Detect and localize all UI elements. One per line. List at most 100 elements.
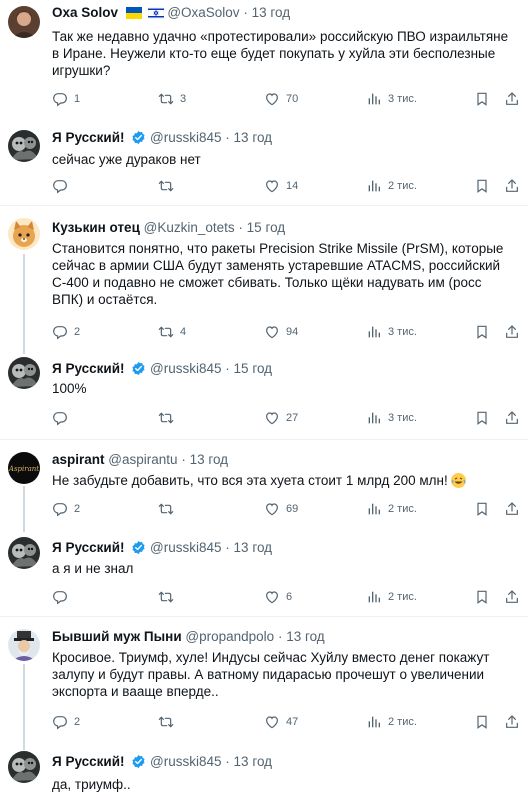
like-button[interactable]: 94 xyxy=(264,323,298,341)
like-button[interactable]: 47 xyxy=(264,713,298,731)
timestamp[interactable]: 13 год xyxy=(190,452,228,467)
like-button[interactable]: 27 xyxy=(264,409,298,427)
timestamp[interactable]: 13 год xyxy=(234,130,272,145)
author-handle[interactable]: @aspirantu xyxy=(108,452,177,467)
avatar[interactable] xyxy=(8,130,40,162)
author-handle[interactable]: @Kuzkin_otets xyxy=(144,220,235,235)
tweet-text: сейчас уже дураков нет xyxy=(52,152,201,167)
bookmark-button[interactable] xyxy=(474,500,490,518)
tweet[interactable]: Я Русский! @russki845 · 15 год 100% 27 3… xyxy=(0,348,528,436)
retweet-button[interactable] xyxy=(158,500,180,518)
share-button[interactable] xyxy=(504,713,520,731)
views-icon xyxy=(366,501,382,517)
like-button[interactable]: 6 xyxy=(264,588,292,606)
author-name[interactable]: Я Русский! xyxy=(52,754,125,769)
avatar[interactable] xyxy=(8,357,40,389)
share-button[interactable] xyxy=(504,409,520,427)
bookmark-button[interactable] xyxy=(474,713,490,731)
like-icon xyxy=(264,589,280,605)
bookmark-button[interactable] xyxy=(474,323,490,341)
tweet[interactable]: Кузькин отец @Kuzkin_otets · 15 год Стан… xyxy=(0,206,528,348)
reply-icon xyxy=(52,178,68,194)
tweet-text: Кросивое. Триумф, хуле! Индусы сейчас Ху… xyxy=(52,650,490,699)
timestamp[interactable]: 15 год xyxy=(234,361,272,376)
share-button[interactable] xyxy=(504,588,520,606)
bookmark-button[interactable] xyxy=(474,177,490,195)
avatar[interactable] xyxy=(8,537,40,569)
tweet-header: Я Русский! @russki845 · 13 год xyxy=(52,540,272,555)
share-button[interactable] xyxy=(504,323,520,341)
reply-icon xyxy=(52,324,68,340)
views-icon xyxy=(366,589,382,605)
reply-button[interactable]: 2 xyxy=(52,500,80,518)
like-button[interactable]: 69 xyxy=(264,500,298,518)
separator-dot: · xyxy=(277,629,283,644)
reply-button[interactable]: 2 xyxy=(52,323,80,341)
share-button[interactable] xyxy=(504,500,520,518)
author-name[interactable]: Я Русский! xyxy=(52,361,125,376)
author-name[interactable]: Я Русский! xyxy=(52,130,125,145)
tweet[interactable]: Aspirant aspirant @aspirantu · 13 год Не… xyxy=(0,440,528,528)
avatar[interactable] xyxy=(8,218,40,250)
tweet[interactable]: Я Русский! @russki845 · 13 год сейчас уж… xyxy=(0,123,528,203)
bookmark-icon xyxy=(474,589,490,605)
tweet-text-content: Не забудьте добавить, что вся эта хуета … xyxy=(52,473,448,488)
views-button[interactable]: 2 тис. xyxy=(366,500,417,518)
tweet[interactable]: Я Русский! @russki845 · 13 год да, триум… xyxy=(0,742,528,800)
retweet-button[interactable] xyxy=(158,409,180,427)
retweet-button[interactable]: 4 xyxy=(158,323,186,341)
author-name[interactable]: aspirant xyxy=(52,452,105,467)
views-button[interactable]: 2 тис. xyxy=(366,177,417,195)
timestamp[interactable]: 13 год xyxy=(234,540,272,555)
share-button[interactable] xyxy=(504,90,520,108)
author-handle[interactable]: @russki845 xyxy=(150,540,221,555)
tweet[interactable]: Я Русский! @russki845 · 13 год а я и не … xyxy=(0,528,528,614)
timestamp[interactable]: 13 год xyxy=(234,754,272,769)
author-name[interactable]: Я Русский! xyxy=(52,540,125,555)
bookmark-button[interactable] xyxy=(474,409,490,427)
author-name[interactable]: Кузькин отец xyxy=(52,220,140,235)
views-button[interactable]: 3 тис. xyxy=(366,323,417,341)
bookmark-button[interactable] xyxy=(474,588,490,606)
avatar[interactable] xyxy=(8,629,40,661)
retweet-button[interactable]: 3 xyxy=(158,90,186,108)
views-button[interactable]: 3 тис. xyxy=(366,90,417,108)
reply-button[interactable]: 2 xyxy=(52,713,80,731)
tweet[interactable]: Oxa Solov @OxaSolov · 13 год Так же неда… xyxy=(0,0,528,123)
retweet-count: 4 xyxy=(180,326,187,338)
avatar[interactable]: Aspirant xyxy=(8,452,40,484)
retweet-icon xyxy=(158,714,174,730)
reply-count: 2 xyxy=(74,326,81,338)
share-icon xyxy=(504,178,520,194)
avatar[interactable] xyxy=(8,751,40,783)
timestamp[interactable]: 15 год xyxy=(247,220,285,235)
author-handle[interactable]: @OxaSolov xyxy=(167,5,239,20)
views-button[interactable]: 2 тис. xyxy=(366,588,417,606)
retweet-button[interactable] xyxy=(158,177,180,195)
author-handle[interactable]: @russki845 xyxy=(150,361,221,376)
author-handle[interactable]: @russki845 xyxy=(150,130,221,145)
timestamp[interactable]: 13 год xyxy=(286,629,324,644)
author-handle[interactable]: @russki845 xyxy=(150,754,221,769)
bookmark-button[interactable] xyxy=(474,90,490,108)
reply-button[interactable] xyxy=(52,409,74,427)
reply-button[interactable]: 1 xyxy=(52,90,80,108)
retweet-button[interactable] xyxy=(158,588,180,606)
like-button[interactable]: 70 xyxy=(264,90,298,108)
reply-button[interactable] xyxy=(52,177,74,195)
timestamp[interactable]: 13 год xyxy=(252,5,290,20)
author-handle[interactable]: @propandpolo xyxy=(185,629,274,644)
reply-button[interactable] xyxy=(52,588,74,606)
retweet-button[interactable] xyxy=(158,713,180,731)
like-button[interactable]: 14 xyxy=(264,177,298,195)
like-icon xyxy=(264,410,280,426)
views-button[interactable]: 2 тис. xyxy=(366,713,417,731)
reply-count: 2 xyxy=(74,503,81,515)
like-count: 47 xyxy=(286,716,299,728)
tweet[interactable]: Бывший муж Пыни @propandpolo · 13 год Кр… xyxy=(0,617,528,742)
avatar[interactable] xyxy=(8,6,40,38)
author-name[interactable]: Oxa Solov xyxy=(52,5,118,20)
views-button[interactable]: 3 тис. xyxy=(366,409,417,427)
author-name[interactable]: Бывший муж Пыни xyxy=(52,629,182,644)
share-button[interactable] xyxy=(504,177,520,195)
